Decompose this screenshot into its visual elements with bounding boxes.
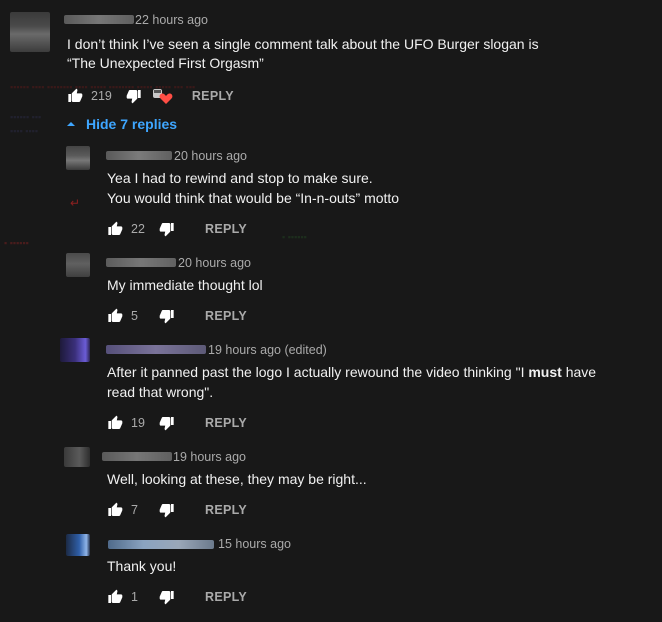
comment-text-line: read that wrong". <box>107 384 214 400</box>
ghost-artifact: ▪ ▪▪▪▪▪▪ <box>282 232 307 242</box>
comment-text-line: After it panned past the logo I actually… <box>107 364 597 380</box>
like-count: 219 <box>91 89 112 103</box>
avatar[interactable] <box>10 12 50 52</box>
thumbs-down-icon[interactable] <box>159 589 175 605</box>
thumbs-down-icon[interactable] <box>159 221 175 237</box>
comment-actions: 19 REPLY <box>107 413 247 433</box>
ghost-artifact: ▪▪▪▪ ▪▪▪▪ <box>10 126 39 136</box>
reply-button[interactable]: REPLY <box>205 309 247 323</box>
comment-text-line: Well, looking at these, they may be righ… <box>107 471 367 487</box>
reply-button[interactable]: REPLY <box>192 89 234 103</box>
thumbs-down-icon[interactable] <box>159 308 175 324</box>
reply-button[interactable]: REPLY <box>205 222 247 236</box>
caret-up-icon <box>67 122 75 126</box>
avatar[interactable] <box>66 253 90 277</box>
comment-time[interactable]: 19 hours ago <box>173 450 246 464</box>
comment-text-line: My immediate thought lol <box>107 277 263 293</box>
like-count: 5 <box>131 309 138 323</box>
avatar[interactable] <box>66 534 90 556</box>
ghost-artifact: ▪ ▪▪▪▪▪▪ <box>4 238 29 248</box>
thumbs-up-icon[interactable] <box>107 221 123 237</box>
thumbs-down-icon[interactable] <box>159 415 175 431</box>
reply-button[interactable]: REPLY <box>205 416 247 430</box>
author-name[interactable] <box>106 258 176 267</box>
comment-actions: 5 REPLY <box>107 306 247 326</box>
author-name[interactable] <box>108 540 214 549</box>
author-name[interactable] <box>64 15 134 24</box>
reply-button[interactable]: REPLY <box>205 503 247 517</box>
thumbs-down-icon[interactable] <box>126 88 142 104</box>
comment-actions: 7 REPLY <box>107 500 247 520</box>
ghost-artifact: ↵ <box>70 196 81 210</box>
like-count: 7 <box>131 503 138 517</box>
like-count: 22 <box>131 222 145 236</box>
like-count: 1 <box>131 590 138 604</box>
hide-replies-label: Hide 7 replies <box>86 116 178 132</box>
comment-time[interactable]: 15 hours ago <box>218 537 291 551</box>
comment-time[interactable]: 20 hours ago <box>178 256 251 270</box>
ghost-artifact: ▪▪▪▪▪▪ ▪▪▪ <box>10 112 42 122</box>
thumbs-up-icon[interactable] <box>107 589 123 605</box>
comment-time[interactable]: 20 hours ago <box>174 149 247 163</box>
hide-replies-button[interactable]: Hide 7 replies <box>66 116 177 132</box>
thumbs-up-icon[interactable] <box>107 502 123 518</box>
avatar[interactable] <box>64 447 90 467</box>
comment-time[interactable]: 19 hours ago (edited) <box>208 343 327 357</box>
comment-text-line: I don’t think I’ve seen a single comment… <box>67 36 539 52</box>
author-name[interactable] <box>106 151 172 160</box>
thumbs-down-icon[interactable] <box>159 502 175 518</box>
thumbs-up-icon[interactable] <box>107 415 123 431</box>
author-name[interactable] <box>106 345 206 354</box>
comment-text-line: Thank you! <box>107 558 177 574</box>
comment-actions: 22 REPLY <box>107 219 247 239</box>
author-name[interactable] <box>102 452 172 461</box>
comment-text-line: You would think that would be “In-n-outs… <box>107 190 400 206</box>
avatar[interactable] <box>66 146 90 170</box>
reply-button[interactable]: REPLY <box>205 590 247 604</box>
comment-time[interactable]: 22 hours ago <box>135 13 208 27</box>
comment-actions: 1 REPLY <box>107 587 247 607</box>
thumbs-up-icon[interactable] <box>107 308 123 324</box>
comment-text-line: “The Unexpected First Orgasm” <box>67 55 264 71</box>
avatar[interactable] <box>60 338 90 362</box>
comment-text-line: Yea I had to rewind and stop to make sur… <box>107 170 373 186</box>
thumbs-up-icon[interactable] <box>67 88 83 104</box>
like-count: 19 <box>131 416 145 430</box>
creator-heart-icon <box>152 89 173 104</box>
comment-actions: 219 REPLY <box>67 86 234 106</box>
